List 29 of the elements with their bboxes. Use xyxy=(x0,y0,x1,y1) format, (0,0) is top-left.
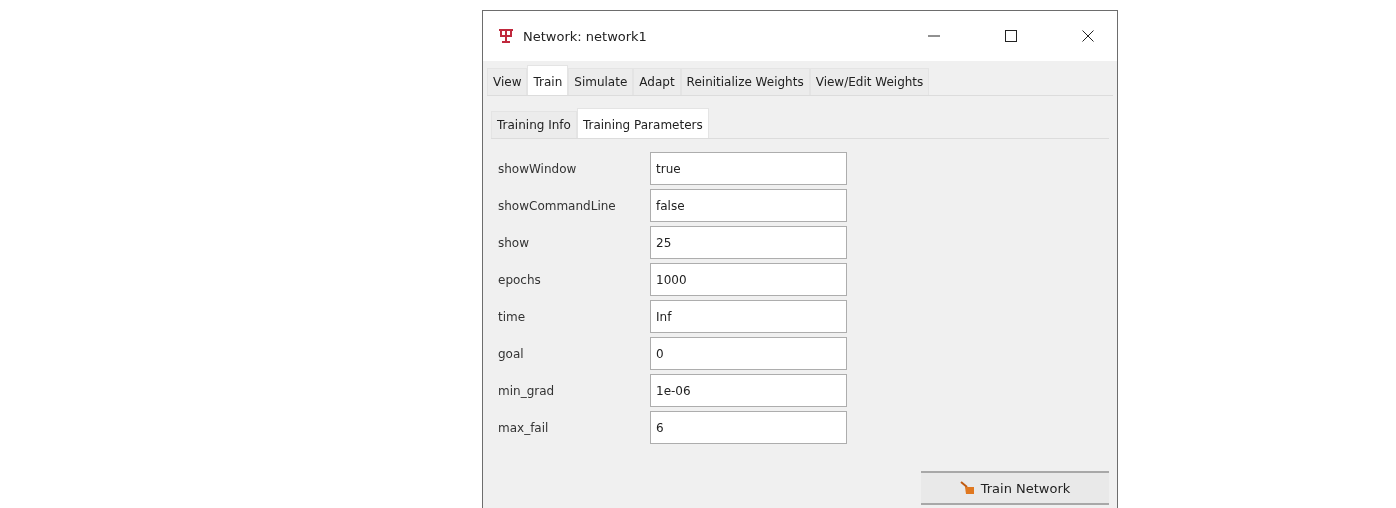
parameter-label: goal xyxy=(498,346,525,361)
app-icon xyxy=(497,28,515,44)
close-icon[interactable] xyxy=(1081,29,1095,43)
tab[interactable]: Reinitialize Weights xyxy=(680,68,810,95)
input-field[interactable]: true xyxy=(650,152,847,185)
input-field[interactable]: false xyxy=(650,189,847,222)
tab[interactable]: Simulate xyxy=(568,68,634,95)
input-field[interactable]: 6 xyxy=(650,411,847,444)
tab[interactable]: View xyxy=(487,68,528,95)
tab[interactable]: Training Info xyxy=(491,111,577,138)
tab[interactable]: View/Edit Weights xyxy=(809,68,930,95)
input-field[interactable]: 0 xyxy=(650,337,847,370)
tab[interactable]: Train xyxy=(527,65,569,95)
tab[interactable]: Training Parameters xyxy=(576,108,709,138)
parameter-label: time xyxy=(498,309,527,324)
maximize-icon[interactable] xyxy=(1004,29,1018,43)
train-button[interactable]: Train Network xyxy=(921,471,1109,505)
parameter-label: showCommandLine xyxy=(498,198,617,213)
tab[interactable]: Adapt xyxy=(633,68,681,95)
parameter-label: min_grad xyxy=(498,383,556,398)
input-field[interactable]: 1000 xyxy=(650,263,847,296)
window-title: Network: network1 xyxy=(523,28,647,44)
input-field[interactable]: 1e-06 xyxy=(650,374,847,407)
parameter-label: showWindow xyxy=(498,161,578,176)
parameter-label: epochs xyxy=(498,272,542,287)
input-field[interactable]: Inf xyxy=(650,300,847,333)
parameter-label: max_fail xyxy=(498,420,550,435)
parameter-label: show xyxy=(498,235,530,250)
input-field[interactable]: 25 xyxy=(650,226,847,259)
